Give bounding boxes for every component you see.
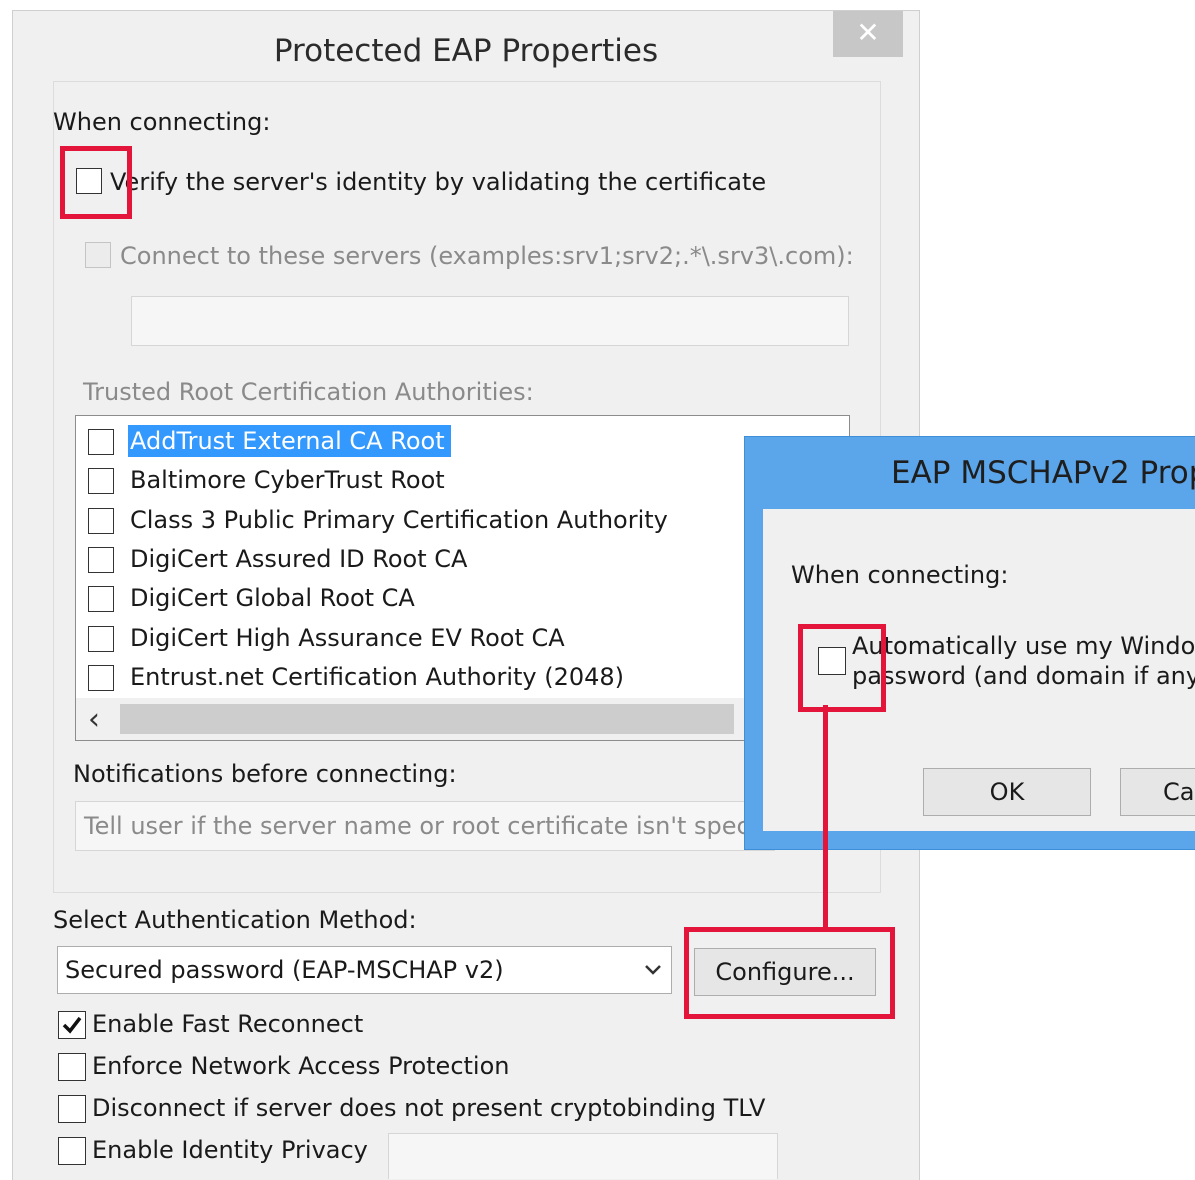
identity-privacy-input[interactable] — [388, 1133, 778, 1179]
nap-label: Enforce Network Access Protection — [92, 1052, 510, 1080]
notifications-value: Tell user if the server name or root cer… — [84, 812, 775, 840]
cryptobinding-label: Disconnect if server does not present cr… — [92, 1094, 766, 1122]
list-item-label: Class 3 Public Primary Certification Aut… — [130, 506, 668, 534]
verify-identity-label: Verify the server's identity by validati… — [110, 168, 767, 196]
nap-checkbox[interactable] — [58, 1053, 86, 1081]
fast-reconnect-checkbox[interactable] — [58, 1011, 86, 1039]
mschapv2-when-connecting: When connecting: — [791, 561, 1009, 589]
highlight-box-auto-login — [798, 624, 886, 712]
list-item-label: Baltimore CyberTrust Root — [130, 466, 445, 494]
highlight-box-configure — [684, 927, 895, 1019]
auth-method-label: Select Authentication Method: — [53, 906, 417, 934]
list-item-checkbox[interactable] — [88, 508, 114, 534]
list-item-label: Entrust.net Certification Authority (204… — [130, 663, 625, 691]
auto-windows-login-label-line2: password (and domain if any). — [852, 662, 1195, 690]
scrollbar-thumb[interactable] — [120, 704, 734, 734]
highlight-box-verify — [60, 146, 132, 219]
horizontal-scrollbar[interactable]: ‹ — [76, 698, 849, 740]
cancel-button[interactable]: Ca — [1120, 768, 1195, 816]
ok-button[interactable]: OK — [923, 768, 1091, 816]
mschapv2-title: EAP MSCHAPv2 Prop — [891, 455, 1195, 491]
identity-privacy-label: Enable Identity Privacy — [92, 1136, 368, 1164]
notifications-select[interactable]: Tell user if the server name or root cer… — [75, 801, 775, 851]
list-item-checkbox[interactable] — [88, 626, 114, 652]
list-item-label: DigiCert High Assurance EV Root CA — [130, 624, 565, 652]
close-button[interactable]: ✕ — [833, 11, 903, 57]
scroll-left-icon[interactable]: ‹ — [88, 702, 100, 737]
list-item-label: DigiCert Global Root CA — [130, 584, 415, 612]
notifications-label: Notifications before connecting: — [73, 760, 457, 788]
identity-privacy-checkbox[interactable] — [58, 1137, 86, 1165]
checkmark-icon — [62, 1016, 82, 1034]
list-item-label: AddTrust External CA Root — [128, 425, 451, 457]
cryptobinding-checkbox[interactable] — [58, 1095, 86, 1123]
list-item-checkbox[interactable] — [88, 468, 114, 494]
connect-servers-checkbox[interactable] — [85, 242, 111, 268]
mschapv2-dialog: EAP MSCHAPv2 Prop When connecting: Autom… — [744, 436, 1195, 850]
auto-windows-login-label-line1: Automatically use my Windows l — [852, 632, 1195, 660]
list-item-checkbox[interactable] — [88, 547, 114, 573]
chevron-down-icon[interactable] — [643, 962, 663, 978]
connect-servers-label: Connect to these servers (examples:srv1;… — [120, 242, 854, 270]
auth-method-select[interactable]: Secured password (EAP-MSCHAP v2) — [57, 946, 672, 994]
highlight-connector-line — [823, 705, 828, 927]
auth-method-value: Secured password (EAP-MSCHAP v2) — [65, 956, 504, 984]
list-item-checkbox[interactable] — [88, 665, 114, 691]
dialog-title: Protected EAP Properties — [273, 33, 659, 69]
trusted-root-label: Trusted Root Certification Authorities: — [83, 378, 534, 406]
list-item-checkbox[interactable] — [88, 429, 114, 455]
list-item-checkbox[interactable] — [88, 586, 114, 612]
trusted-root-list[interactable]: AddTrust External CA Root Baltimore Cybe… — [75, 415, 850, 741]
list-item-label: DigiCert Assured ID Root CA — [130, 545, 468, 573]
when-connecting-label: When connecting: — [53, 108, 271, 136]
connect-servers-input[interactable] — [131, 296, 849, 346]
fast-reconnect-label: Enable Fast Reconnect — [92, 1010, 364, 1038]
